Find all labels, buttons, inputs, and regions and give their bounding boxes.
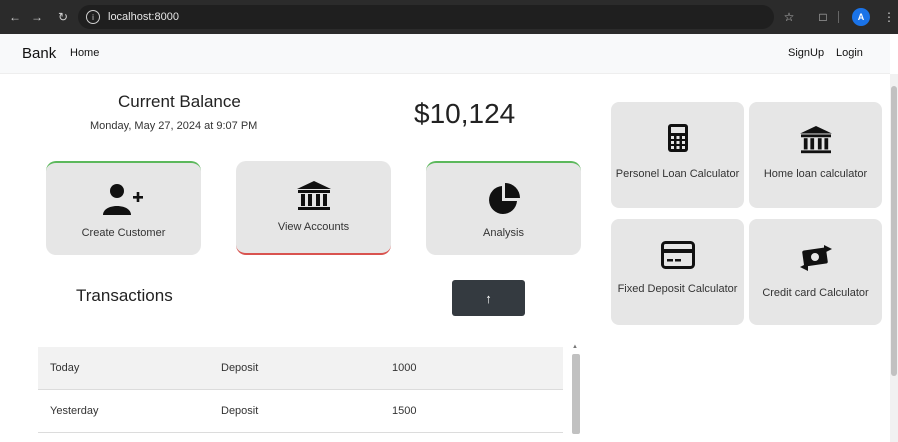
table-row[interactable]: Today Deposit 1000: [38, 347, 563, 390]
page-scrollbar-thumb[interactable]: [891, 86, 897, 376]
create-customer-label: Create Customer: [81, 227, 166, 239]
view-accounts-card[interactable]: View Accounts: [236, 161, 391, 255]
fixed-deposit-label: Fixed Deposit Calculator: [617, 283, 738, 295]
nav-signup-link[interactable]: SignUp: [788, 47, 824, 59]
create-customer-card[interactable]: Create Customer: [46, 161, 201, 255]
analysis-label: Analysis: [483, 227, 524, 239]
bank-icon: [799, 126, 832, 154]
transactions-scrollbar[interactable]: ▲: [570, 344, 582, 442]
row-type: Deposit: [221, 362, 259, 374]
profile-avatar[interactable]: A: [852, 8, 870, 26]
scroll-up-arrow-icon[interactable]: ▲: [572, 344, 578, 350]
row-amount: 1000: [392, 362, 417, 374]
row-date: Today: [50, 362, 80, 374]
back-arrow-icon[interactable]: ←: [6, 8, 24, 26]
money-exchange-icon: [799, 245, 832, 271]
row-type: Deposit: [221, 405, 259, 417]
transactions-title: Transactions: [76, 286, 173, 305]
browser-toolbar: ← → ↻ i localhost:8000 ☆ □ A ⋮: [0, 0, 898, 34]
scroll-up-button[interactable]: ↑: [452, 280, 525, 316]
row-amount: 1500: [392, 405, 417, 417]
row-date: Yesterday: [50, 405, 99, 417]
fixed-deposit-calculator-card[interactable]: Fixed Deposit Calculator: [611, 219, 744, 325]
credit-card-label: Credit card Calculator: [762, 287, 869, 299]
home-loan-calculator-card[interactable]: Home loan calculator: [749, 102, 882, 208]
site-info-icon[interactable]: i: [86, 10, 100, 24]
toolbar-divider: [838, 11, 839, 23]
reload-icon[interactable]: ↻: [54, 8, 72, 26]
address-bar[interactable]: i localhost:8000: [78, 5, 774, 29]
arrow-up-icon: ↑: [485, 290, 492, 306]
personal-loan-label: Personel Loan Calculator: [615, 168, 740, 180]
balance-amount: $10,124: [414, 98, 516, 129]
top-navbar: Bank Home SignUp Login: [0, 34, 890, 74]
balance-title: Current Balance: [118, 92, 241, 111]
bank-icon: [296, 181, 331, 210]
brand-link[interactable]: Bank: [22, 45, 56, 62]
calculator-icon: [667, 124, 688, 152]
balance-date: Monday, May 27, 2024 at 9:07 PM: [90, 120, 258, 132]
credit-card-calculator-card[interactable]: Credit card Calculator: [749, 219, 882, 325]
view-accounts-label: View Accounts: [277, 221, 350, 233]
extensions-icon[interactable]: □: [814, 8, 832, 26]
nav-login-link[interactable]: Login: [836, 47, 863, 59]
page-scrollbar[interactable]: [890, 74, 898, 442]
add-user-icon: [102, 184, 143, 215]
url-text: localhost:8000: [108, 11, 179, 23]
credit-card-icon: [660, 241, 695, 269]
nav-home-link[interactable]: Home: [70, 47, 99, 59]
table-row[interactable]: Yesterday Deposit 1500: [38, 390, 563, 433]
more-menu-icon[interactable]: ⋮: [880, 8, 898, 26]
bookmark-star-icon[interactable]: ☆: [780, 8, 798, 26]
forward-arrow-icon[interactable]: →: [28, 8, 46, 26]
pie-chart-icon: [488, 183, 520, 214]
home-loan-label: Home loan calculator: [763, 168, 868, 180]
transactions-table: Today Deposit 1000 Yesterday Deposit 150…: [38, 347, 563, 433]
analysis-card[interactable]: Analysis: [426, 161, 581, 255]
personal-loan-calculator-card[interactable]: Personel Loan Calculator: [611, 102, 744, 208]
transactions-scrollbar-thumb[interactable]: [572, 354, 580, 434]
page: Bank Home SignUp Login Current Balance M…: [0, 34, 898, 442]
